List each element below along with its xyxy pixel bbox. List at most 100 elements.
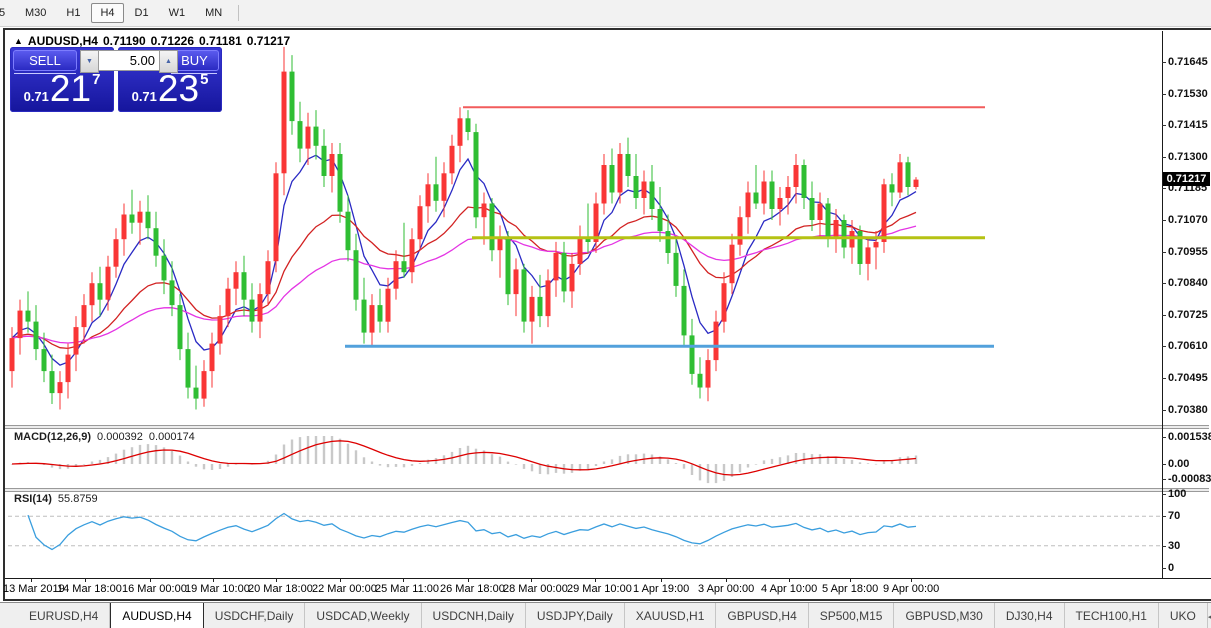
rsi-axis-30: 30 <box>1168 540 1181 552</box>
time-tick <box>403 578 404 582</box>
macd-axis-0.00: 0.00 <box>1168 458 1190 470</box>
tab-eurusd-h4[interactable]: EURUSD,H4 <box>18 603 111 628</box>
chart-window-border-left <box>3 28 5 601</box>
price-tick-0.70725-tick <box>1162 315 1166 316</box>
macd-axis-0.001538-tick <box>1162 437 1166 438</box>
macd-label-row: MACD(12,26,9) 0.000392 0.000174 <box>14 431 195 443</box>
tab-usdchf-daily[interactable]: USDCHF,Daily <box>204 603 306 628</box>
time-label: 22 Mar 00:00 <box>312 583 377 595</box>
time-label: 13 Mar 2019 <box>3 583 65 595</box>
timeframe-button-H1[interactable]: H1 <box>57 3 89 23</box>
macd-main-value: 0.000392 <box>97 431 143 443</box>
horizontal-lines <box>345 106 994 348</box>
rsi-pane-canvas[interactable] <box>8 491 1162 578</box>
ask-pipette: 5 <box>200 71 209 88</box>
chart-window-border-bottom <box>3 599 1211 601</box>
current-price-tag: 0.71217 <box>1163 172 1210 186</box>
tab-usdjpy-daily[interactable]: USDJPY,Daily <box>526 603 625 628</box>
price-tick-0.70495-tick <box>1162 378 1166 379</box>
rsi-label-row: RSI(14) 55.8759 <box>14 493 98 505</box>
time-label: 9 Apr 00:00 <box>883 583 940 595</box>
macd-signal-value: 0.000174 <box>148 431 195 443</box>
time-tick <box>911 578 912 582</box>
price-tick-0.70840: 0.70840 <box>1168 277 1208 289</box>
price-axis-divider <box>1162 31 1163 578</box>
time-label: 26 Mar 18:00 <box>440 583 505 595</box>
time-tick <box>531 578 532 582</box>
time-label: 28 Mar 00:00 <box>503 583 568 595</box>
time-label: 1 Apr 19:00 <box>633 583 690 595</box>
macd-axis-0.00-tick <box>1162 464 1166 465</box>
tab-uko[interactable]: UKO <box>1159 603 1208 628</box>
rsi-axis-70-tick <box>1162 516 1166 517</box>
bid-big-digits: 21 <box>49 68 92 109</box>
time-tick <box>213 578 214 582</box>
macd-histogram <box>10 436 918 484</box>
tab-tech100-h1[interactable]: TECH100,H1 <box>1065 603 1159 628</box>
tab-sp500-m15[interactable]: SP500,M15 <box>809 603 895 628</box>
tab-usdcad-weekly[interactable]: USDCAD,Weekly <box>305 603 422 628</box>
time-tick <box>276 578 277 582</box>
price-tick-0.70495: 0.70495 <box>1168 372 1208 384</box>
price-tick-0.71300: 0.71300 <box>1168 151 1208 163</box>
tab-xauusd-h1[interactable]: XAUUSD,H1 <box>625 603 717 628</box>
price-tick-0.70610: 0.70610 <box>1168 340 1208 352</box>
ask-price: 0.71 23 5 <box>118 70 222 107</box>
tab-dj30-h4[interactable]: DJ30,H4 <box>995 603 1065 628</box>
macd-label: MACD(12,26,9) <box>14 431 92 443</box>
volume-input[interactable]: 5.00 <box>99 50 159 71</box>
rsi-axis-100: 100 <box>1168 488 1187 500</box>
moving-averages <box>11 154 917 366</box>
rsi-line <box>27 512 917 551</box>
timeframe-button-5[interactable]: 5 <box>0 3 14 23</box>
tab-audusd-h4[interactable]: AUDUSD,H4 <box>110 603 204 628</box>
price-tick-0.71530-tick <box>1162 94 1166 95</box>
timeframe-toolbar: 5M30H1H4D1W1MN <box>0 0 1211 27</box>
price-tick-0.71645: 0.71645 <box>1168 56 1208 68</box>
timeframe-button-D1[interactable]: D1 <box>126 3 158 23</box>
one-click-trading-panel: SELL BUY ▼ 5.00 ▲ 0.71 21 7 0.71 23 5 <box>10 47 222 112</box>
price-tick-0.70610-tick <box>1162 346 1166 347</box>
chart-tab-bar: EURUSD,H4 AUDUSD,H4 USDCHF,Daily USDCAD,Wee… <box>0 602 1211 628</box>
time-tick <box>850 578 851 582</box>
time-label: 3 Apr 00:00 <box>698 583 755 595</box>
tab-gbpusd-m30[interactable]: GBPUSD,M30 <box>894 603 995 628</box>
price-tick-0.71645-tick <box>1162 62 1166 63</box>
rsi-axis-0: 0 <box>1168 562 1175 574</box>
tab-gbpusd-h4[interactable]: GBPUSD,H4 <box>716 603 809 628</box>
rsi-value: 55.8759 <box>57 493 98 505</box>
toolbar-separator <box>238 5 240 21</box>
tab-usdcnh-daily[interactable]: USDCNH,Daily <box>422 603 526 628</box>
timeframe-button-MN[interactable]: MN <box>196 3 231 23</box>
ma-period-6 <box>11 154 917 366</box>
price-tick-0.70955-tick <box>1162 252 1166 253</box>
time-tick <box>340 578 341 582</box>
bid-prefix: 0.71 <box>23 89 49 104</box>
ask-big-digits: 23 <box>157 68 200 109</box>
rsi-label: RSI(14) <box>14 493 52 505</box>
time-label: 5 Apr 18:00 <box>822 583 879 595</box>
timeframe-button-M30[interactable]: M30 <box>16 3 55 23</box>
bid-price: 0.71 21 7 <box>10 70 114 107</box>
rsi-axis-100-tick <box>1162 494 1166 495</box>
rsi-axis-0-tick <box>1162 568 1166 569</box>
time-tick <box>789 578 790 582</box>
ma-period-45 <box>11 225 917 344</box>
price-tick-0.71415-tick <box>1162 125 1166 126</box>
price-tick-0.71185-tick <box>1162 188 1166 189</box>
time-tick <box>726 578 727 582</box>
macd-axis-0.001538: 0.001538 <box>1168 431 1211 443</box>
macd-axis--0.000835: -0.000835 <box>1168 473 1211 485</box>
price-tick-0.71415: 0.71415 <box>1168 119 1208 131</box>
time-tick <box>595 578 596 582</box>
time-label: 16 Mar 00:00 <box>122 583 187 595</box>
price-tick-0.70840-tick <box>1162 283 1166 284</box>
rsi-axis-70: 70 <box>1168 510 1181 522</box>
ask-prefix: 0.71 <box>131 89 157 104</box>
bid-pipette: 7 <box>92 71 101 88</box>
price-tick-0.71530: 0.71530 <box>1168 88 1208 100</box>
price-tick-0.70725: 0.70725 <box>1168 309 1208 321</box>
timeframe-button-H4[interactable]: H4 <box>91 3 124 23</box>
chart-window-border-top <box>3 28 1211 30</box>
timeframe-button-W1[interactable]: W1 <box>160 3 195 23</box>
